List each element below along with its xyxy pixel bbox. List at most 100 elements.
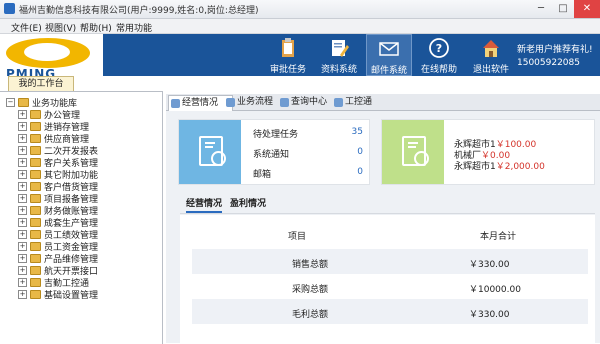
nav-exit-software[interactable]: 退出软件 xyxy=(468,34,514,76)
folder-icon xyxy=(30,253,41,263)
summary-table: 项目 本月合计 销售总额 ￥330.00 采购总额 ￥10000.00 毛利总额… xyxy=(180,215,595,343)
folder-icon xyxy=(30,241,41,251)
main-tab-bar: 经营情况 业务流程 查询中心 工控通 xyxy=(166,94,600,112)
tree-item-staff-funds[interactable]: + 员工资金管理 xyxy=(18,240,98,253)
expand-icon[interactable]: + xyxy=(18,133,27,143)
expand-icon[interactable]: + xyxy=(18,205,27,215)
tree-item-crm[interactable]: + 客户关系管理 xyxy=(18,156,98,169)
tree-item-repair[interactable]: + 产品维修管理 xyxy=(18,252,98,265)
function-tree-panel: − 业务功能库 + 办公管理 + 进销存管理 + 供应商管理 + 二次开发报表 + 客户关… xyxy=(0,91,163,344)
expand-icon[interactable]: + xyxy=(18,145,27,155)
workbench-tab[interactable]: 我的工作台 xyxy=(8,76,74,92)
expand-icon[interactable]: + xyxy=(18,193,27,203)
menu-help[interactable]: 帮助(H) xyxy=(80,21,112,34)
folder-icon xyxy=(30,289,41,299)
sub-tab-bar: 经营情况 盈利情况 xyxy=(180,193,595,214)
nav-online-help[interactable]: ? 在线帮助 xyxy=(416,34,462,76)
expand-icon[interactable]: + xyxy=(18,109,27,119)
mailbox-row[interactable]: 邮箱 0 xyxy=(253,167,363,180)
svg-text:?: ? xyxy=(436,42,442,55)
folder-icon xyxy=(30,193,41,203)
column-header-monthly-total: 本月合计 xyxy=(480,232,517,242)
expand-icon[interactable]: + xyxy=(18,121,27,131)
sale-line: 永辉超市1￥2,000.00 xyxy=(454,162,545,172)
window-title: 福州吉勤信息科技有限公司(用户:9999,姓名:0,岗位:总经理) xyxy=(19,6,259,16)
folder-icon xyxy=(30,169,41,179)
task-document-icon xyxy=(179,120,241,184)
column-header-item: 项目 xyxy=(288,232,307,242)
tab-icon xyxy=(334,98,343,107)
folder-icon xyxy=(30,109,41,119)
folder-icon xyxy=(30,121,41,131)
nav-mail-system[interactable]: 邮件系统 xyxy=(366,34,412,76)
menu-file[interactable]: 文件(E) xyxy=(11,21,42,34)
company-logo: PMING xyxy=(0,34,103,76)
expand-icon[interactable]: + xyxy=(18,217,27,227)
subtab-profit[interactable]: 盈利情况 xyxy=(230,196,266,209)
subtab-operations[interactable]: 经营情况 xyxy=(186,196,223,213)
expand-icon[interactable]: + xyxy=(18,241,27,251)
envelope-icon xyxy=(379,42,399,56)
expand-icon[interactable]: + xyxy=(18,229,27,239)
tasks-card: 待处理任务 35 系统通知 0 邮箱 0 xyxy=(178,119,370,185)
expand-icon[interactable]: + xyxy=(18,253,27,263)
referral-promo[interactable]: 新老用户推荐有礼! xyxy=(517,42,593,55)
tab-icon xyxy=(280,98,289,107)
maximize-button[interactable]: □ xyxy=(552,0,574,18)
menu-view[interactable]: 视图(V) xyxy=(45,21,76,34)
exit-house-icon xyxy=(483,40,499,57)
tree-item-invoice-interface[interactable]: + 航天开票接口 xyxy=(18,264,98,277)
sales-document-icon xyxy=(382,120,444,184)
tree-item-inventory[interactable]: + 进销存管理 xyxy=(18,120,89,133)
edit-document-icon xyxy=(332,40,349,57)
folder-icon xyxy=(30,181,41,191)
mailbox-count: 0 xyxy=(357,167,363,177)
tab-icon xyxy=(226,98,235,107)
minimize-button[interactable]: ─ xyxy=(530,0,552,18)
table-row: 毛利总额 ￥330.00 xyxy=(192,299,588,324)
tree-item-custom-reports[interactable]: + 二次开发报表 xyxy=(18,144,98,157)
collapse-icon[interactable]: − xyxy=(6,97,15,107)
expand-icon[interactable]: + xyxy=(18,265,27,275)
tab-icon xyxy=(171,99,180,108)
tree-item-customer-loans[interactable]: + 客户借货管理 xyxy=(18,180,98,193)
folder-icon xyxy=(30,133,41,143)
tree-item-basic-settings[interactable]: + 基础设置管理 xyxy=(18,288,98,301)
tree-item-production[interactable]: + 成套生产管理 xyxy=(18,216,98,229)
tree-item-office[interactable]: + 办公管理 xyxy=(18,108,80,121)
pending-tasks-count: 35 xyxy=(351,127,363,137)
sales-card: 永辉超市1￥100.00 机械厂￥0.00 永辉超市1￥2,000.00 xyxy=(381,119,595,185)
folder-icon xyxy=(30,157,41,167)
table-row: 销售总额 ￥330.00 xyxy=(192,249,588,274)
expand-icon[interactable]: + xyxy=(18,169,27,179)
pending-tasks-row[interactable]: 待处理任务 35 xyxy=(253,127,363,140)
menu-common-functions[interactable]: 常用功能 xyxy=(116,21,152,34)
folder-icon xyxy=(30,277,41,287)
expand-icon[interactable]: + xyxy=(18,157,27,167)
menu-bar: 文件(E) 视图(V) 帮助(H) 常用功能 xyxy=(0,19,600,34)
contact-phone: 15005922085 xyxy=(517,58,580,68)
tree-item-industrial-control[interactable]: + 吉勤工控通 xyxy=(18,276,89,289)
expand-icon[interactable]: + xyxy=(18,277,27,287)
tree-item-accounting[interactable]: + 财务做账管理 xyxy=(18,204,98,217)
title-bar: 福州吉勤信息科技有限公司(用户:9999,姓名:0,岗位:总经理) ─ □ ✕ xyxy=(0,0,600,19)
tree-item-extra-functions[interactable]: + 其它附加功能 xyxy=(18,168,98,181)
system-notices-row[interactable]: 系统通知 0 xyxy=(253,147,363,160)
folder-icon xyxy=(30,265,41,275)
folder-icon xyxy=(30,205,41,215)
table-row: 采购总额 ￥10000.00 xyxy=(292,285,521,295)
folder-icon xyxy=(30,217,41,227)
tree-root[interactable]: − 业务功能库 xyxy=(6,96,77,109)
tree-item-project-filing[interactable]: + 项目报备管理 xyxy=(18,192,98,205)
tree-item-supplier[interactable]: + 供应商管理 xyxy=(18,132,89,145)
tab-industrial-control[interactable]: 工控通 xyxy=(332,95,389,110)
expand-icon[interactable]: + xyxy=(18,181,27,191)
folder-icon xyxy=(30,145,41,155)
nav-data-system[interactable]: 资料系统 xyxy=(316,34,362,76)
nav-approval-tasks[interactable]: 审批任务 xyxy=(265,34,311,76)
expand-icon[interactable]: + xyxy=(18,289,27,299)
help-icon: ? xyxy=(429,38,449,58)
close-button[interactable]: ✕ xyxy=(574,0,600,18)
app-icon xyxy=(4,3,15,14)
tree-item-performance[interactable]: + 员工绩效管理 xyxy=(18,228,98,241)
